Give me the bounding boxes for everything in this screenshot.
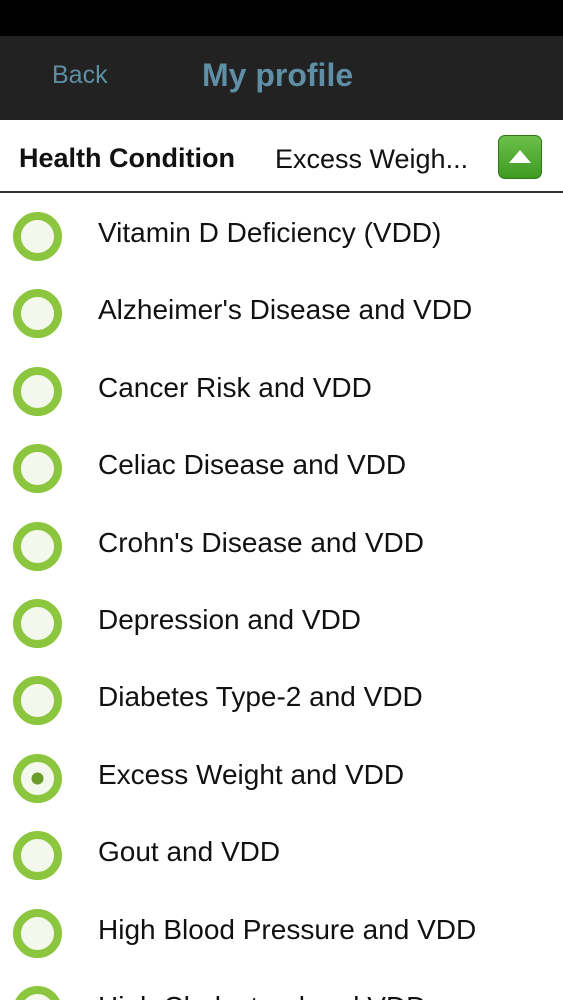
radio-icon[interactable] <box>12 288 63 339</box>
status-bar <box>0 0 563 36</box>
radio-icon[interactable] <box>12 598 63 649</box>
radio-icon[interactable] <box>12 675 63 726</box>
list-item-label: Depression and VDD <box>98 603 362 635</box>
list-item[interactable]: Cancer Risk and VDD <box>0 348 563 425</box>
radio-icon[interactable] <box>12 521 63 572</box>
list-item[interactable]: Celiac Disease and VDD <box>0 425 563 502</box>
navigation-bar: Back My profile <box>0 36 563 120</box>
list-item[interactable]: Crohn's Disease and VDD <box>0 503 563 580</box>
list-item[interactable]: Depression and VDD <box>0 580 563 657</box>
list-item-label: High Blood Pressure and VDD <box>98 913 477 945</box>
radio-icon[interactable] <box>12 366 63 417</box>
list-item-label: Crohn's Disease and VDD <box>98 526 424 558</box>
list-item[interactable]: Vitamin D Deficiency (VDD) <box>0 193 563 270</box>
list-item-label: Celiac Disease and VDD <box>98 449 407 481</box>
list-item-label: Excess Weight and VDD <box>98 758 405 790</box>
radio-icon[interactable] <box>12 908 63 959</box>
list-item[interactable]: Diabetes Type-2 and VDD <box>0 657 563 734</box>
triangle-up-icon <box>509 150 531 163</box>
list-item[interactable]: Alzheimer's Disease and VDD <box>0 270 563 347</box>
list-item[interactable]: High Blood Pressure and VDD <box>0 890 563 967</box>
health-condition-list: Vitamin D Deficiency (VDD) Alzheimer's Di… <box>0 193 563 1000</box>
list-item-label: Gout and VDD <box>98 836 281 868</box>
list-item[interactable]: Excess Weight and VDD <box>0 735 563 812</box>
back-button[interactable]: Back <box>52 58 108 92</box>
list-item[interactable]: High Cholesterol and VDD <box>0 967 563 1000</box>
list-item[interactable]: Gout and VDD <box>0 812 563 889</box>
list-item-label: High Cholesterol and VDD <box>98 990 426 1000</box>
list-item-label: Alzheimer's Disease and VDD <box>98 294 473 326</box>
radio-icon[interactable] <box>12 211 63 262</box>
list-item-label: Vitamin D Deficiency (VDD) <box>98 217 442 248</box>
page-title: My profile <box>202 57 354 93</box>
radio-selected-icon[interactable] <box>12 753 63 804</box>
radio-icon[interactable] <box>12 443 63 494</box>
list-item-label: Cancer Risk and VDD <box>98 371 372 403</box>
radio-icon[interactable] <box>12 985 63 1000</box>
health-condition-value[interactable]: Excess Weigh... <box>275 142 468 176</box>
list-item-label: Diabetes Type-2 and VDD <box>98 681 423 713</box>
health-condition-header: Health Condition Excess Weigh... <box>0 120 563 193</box>
collapse-list-button[interactable] <box>498 135 542 179</box>
health-condition-label: Health Condition <box>19 143 235 173</box>
radio-icon[interactable] <box>12 830 63 881</box>
